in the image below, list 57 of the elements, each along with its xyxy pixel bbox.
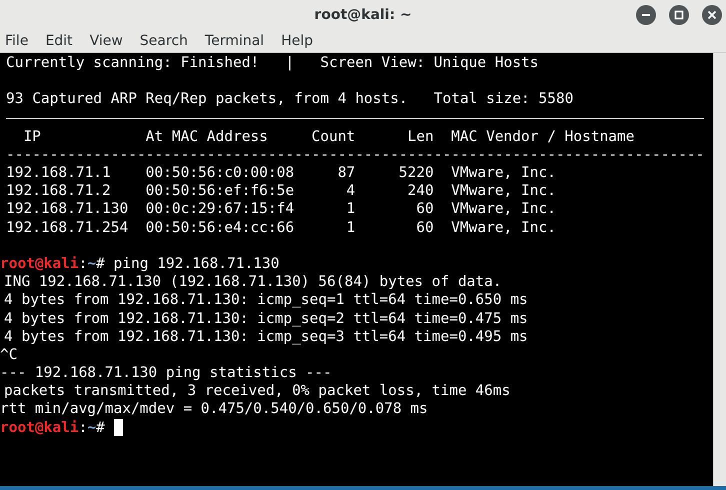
menu-item[interactable]: Search xyxy=(134,33,198,49)
column-header: IP xyxy=(22,128,42,146)
terminal-line: ING 192.168.71.130 (192.168.71.130) 56(84) bytes of data. xyxy=(4,274,502,290)
table-cell-text: 192.168.71.2 xyxy=(6,182,112,200)
terminal-line: ^C xyxy=(0,346,18,363)
terminal-line: 4 bytes from 192.168.71.130: icmp_seq=2 ttl=64 time=0.475 ms xyxy=(4,310,528,327)
column-header: At MAC Address xyxy=(146,128,269,146)
prompt-path: ~ xyxy=(87,420,96,436)
prompt-separator: : xyxy=(78,420,88,436)
table-cell-text: 60 xyxy=(415,200,434,219)
window-title: root@kali: ~ xyxy=(314,7,412,23)
prompt-path: ~ xyxy=(87,256,96,272)
terminal-line: 4 bytes from 192.168.71.130: icmp_seq=1 ttl=64 time=0.650 ms xyxy=(4,292,528,308)
close-button[interactable] xyxy=(702,5,722,25)
table-cell-text: VMware, Inc. xyxy=(450,200,557,219)
table-cell-text: 1 xyxy=(345,218,356,237)
command-text: # ping 192.168.71.130 xyxy=(96,256,280,272)
terminal-line: rtt min/avg/max/mdev = 0.475/0.540/0.650/0.078 ms xyxy=(0,401,428,418)
table-cell-text: 4 xyxy=(345,182,356,200)
table-cell-text: 60 xyxy=(415,218,434,237)
table-cell-text: VMware, Inc. xyxy=(450,218,557,237)
table-cell: 00:50:56:ef:f6:5e xyxy=(146,182,294,200)
minimize-button[interactable] xyxy=(636,5,656,25)
table-cell-text: 5220 xyxy=(398,164,434,182)
table-cell-text: 192.168.71.1 xyxy=(6,164,112,182)
table-cell: 00:50:56:e4:cc:66 xyxy=(146,218,294,237)
scrollbar[interactable] xyxy=(713,53,726,486)
terminal-line: 4 bytes from 192.168.71.130: icmp_seq=3 ttl=64 time=0.495 ms xyxy=(4,328,528,345)
maximize-icon xyxy=(674,10,684,20)
table-cell-text: VMware, Inc. xyxy=(450,182,557,200)
menu-item[interactable]: File xyxy=(0,33,38,49)
terminal-line: 93 Captured ARP Req/Rep packets, from 4 hosts. Total size: 5580 xyxy=(6,90,574,109)
menu-item[interactable]: View xyxy=(84,33,133,49)
terminal-line: Currently scanning: Finished! | Screen View: Unique Hosts xyxy=(6,54,540,72)
table-cell-text: 240 xyxy=(406,182,434,200)
column-header: Count xyxy=(310,128,356,146)
column-header: Len xyxy=(406,128,434,146)
menu-item[interactable]: Terminal xyxy=(200,33,274,49)
menu-item[interactable]: Edit xyxy=(40,33,83,49)
prompt-separator: : xyxy=(78,256,88,272)
column-header: MAC Vendor / Hostname xyxy=(450,128,636,146)
table-cell-text: 1 xyxy=(345,200,356,219)
prompt-user: root@kali xyxy=(0,420,79,436)
table-cell-text: 192.168.71.254 xyxy=(6,218,130,237)
command-text: # xyxy=(96,420,105,436)
table-cell: 00:0c:29:67:15:f4 xyxy=(146,200,294,219)
table-cell: 00:50:56:c0:00:08 xyxy=(146,164,294,182)
table-cell-text: 87 xyxy=(336,164,356,182)
table-cell-text: 192.168.71.130 xyxy=(6,200,130,219)
terminal-line: --- 192.168.71.130 ping statistics --- xyxy=(0,365,332,382)
terminal-line: packets transmitted, 3 received, 0% packet loss, time 46ms xyxy=(4,383,510,400)
maximize-button[interactable] xyxy=(669,5,689,25)
menu-item[interactable]: Help xyxy=(276,33,323,49)
close-icon xyxy=(707,10,717,20)
separator-line: -------------------------------------------------------------------------------- xyxy=(6,146,706,164)
prompt-user: root@kali xyxy=(0,256,79,272)
table-cell-text: VMware, Inc. xyxy=(450,164,557,182)
